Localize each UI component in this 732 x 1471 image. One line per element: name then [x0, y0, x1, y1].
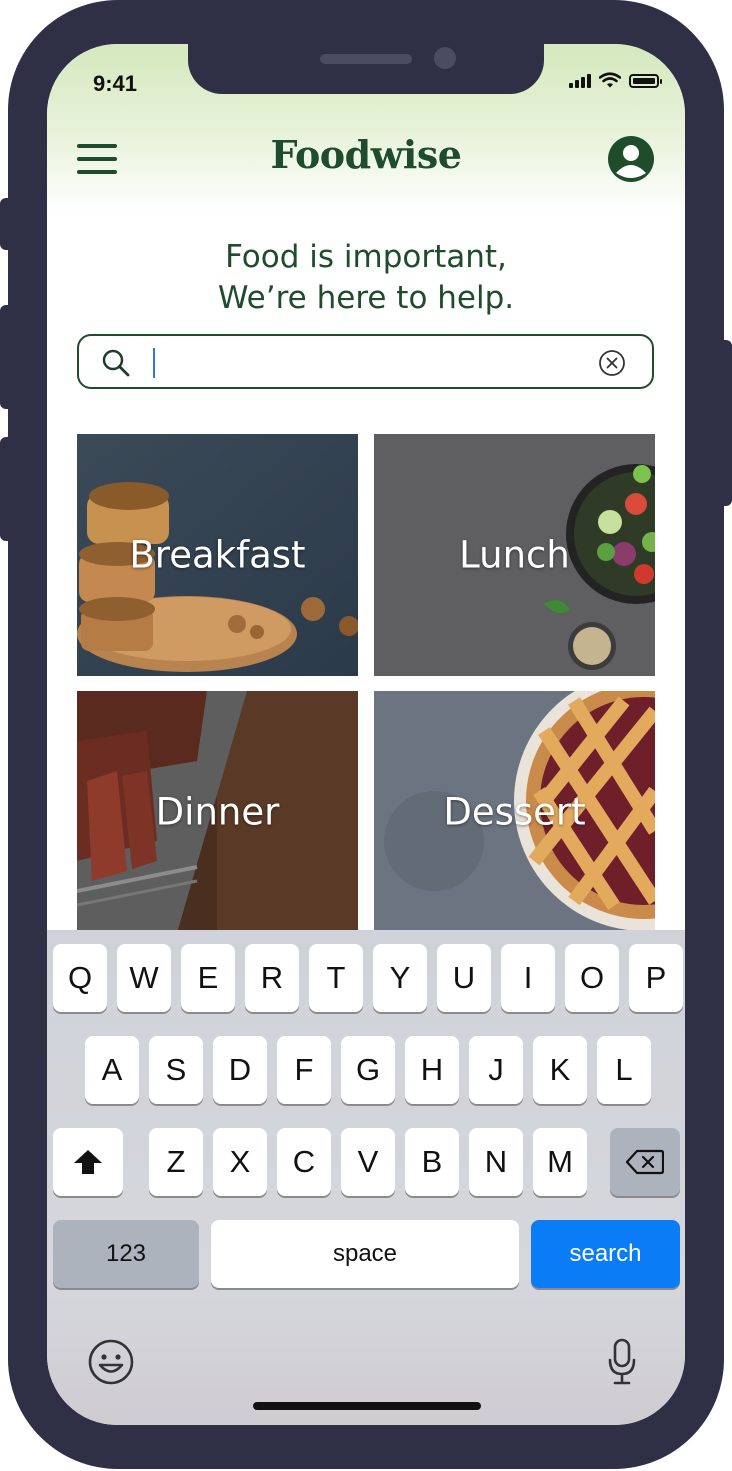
key-n[interactable]: N	[469, 1128, 523, 1196]
cellular-signal-icon	[569, 74, 591, 88]
key-d[interactable]: D	[213, 1036, 267, 1104]
search-icon	[102, 349, 130, 377]
notch	[188, 44, 544, 94]
microphone-icon[interactable]	[607, 1338, 637, 1386]
mute-switch	[0, 198, 14, 250]
onscreen-keyboard: QWERTYUIOP ASDFGHJKL ZXCVBNM 123 space s…	[47, 930, 685, 1425]
key-y[interactable]: Y	[373, 944, 427, 1012]
category-tile-breakfast[interactable]: Breakfast	[77, 434, 358, 676]
key-g[interactable]: G	[341, 1036, 395, 1104]
key-f[interactable]: F	[277, 1036, 331, 1104]
category-label-dessert: Dessert	[443, 790, 586, 834]
shift-key[interactable]	[53, 1128, 123, 1196]
volume-down-button	[0, 437, 14, 541]
key-p[interactable]: P	[629, 944, 683, 1012]
key-c[interactable]: C	[277, 1128, 331, 1196]
power-button	[718, 340, 732, 506]
app-title: Foodwise	[270, 132, 462, 177]
space-key[interactable]: space	[211, 1220, 519, 1288]
key-t[interactable]: T	[309, 944, 363, 1012]
backspace-key[interactable]	[610, 1128, 680, 1196]
key-a[interactable]: A	[85, 1036, 139, 1104]
key-l[interactable]: L	[597, 1036, 651, 1104]
volume-up-button	[0, 305, 14, 409]
key-i[interactable]: I	[501, 944, 555, 1012]
key-h[interactable]: H	[405, 1036, 459, 1104]
key-v[interactable]: V	[341, 1128, 395, 1196]
key-x[interactable]: X	[213, 1128, 267, 1196]
user-profile-icon[interactable]	[607, 135, 655, 183]
category-tile-dessert[interactable]: Dessert	[374, 691, 655, 933]
key-m[interactable]: M	[533, 1128, 587, 1196]
status-icons	[569, 72, 662, 88]
emoji-icon[interactable]	[87, 1338, 135, 1386]
search-input[interactable]	[149, 344, 593, 382]
tagline-line-2: We’re here to help.	[217, 280, 515, 316]
category-tile-dinner[interactable]: Dinner	[77, 691, 358, 933]
key-z[interactable]: Z	[149, 1128, 203, 1196]
key-u[interactable]: U	[437, 944, 491, 1012]
wifi-icon	[599, 72, 621, 88]
search-key[interactable]: search	[531, 1220, 680, 1288]
battery-icon	[629, 74, 662, 88]
clear-search-icon[interactable]	[598, 349, 626, 377]
category-tile-lunch[interactable]: Lunch	[374, 434, 655, 676]
tagline-line-1: Food is important,	[225, 239, 507, 275]
phone-screen: 9:41 Foodwise Food is important, We’re h…	[47, 44, 685, 1425]
key-r[interactable]: R	[245, 944, 299, 1012]
key-j[interactable]: J	[469, 1036, 523, 1104]
key-k[interactable]: K	[533, 1036, 587, 1104]
key-q[interactable]: Q	[53, 944, 107, 1012]
category-label-lunch: Lunch	[459, 533, 570, 577]
search-bar[interactable]	[77, 334, 654, 389]
shift-arrow-icon	[74, 1150, 102, 1174]
key-e[interactable]: E	[181, 944, 235, 1012]
key-b[interactable]: B	[405, 1128, 459, 1196]
key-o[interactable]: O	[565, 944, 619, 1012]
front-camera	[434, 47, 456, 69]
category-label-dinner: Dinner	[155, 790, 280, 834]
speaker-grill	[320, 54, 412, 64]
status-time: 9:41	[93, 71, 138, 96]
backspace-icon	[626, 1149, 664, 1175]
home-indicator[interactable]	[253, 1402, 481, 1410]
key-s[interactable]: S	[149, 1036, 203, 1104]
hero-tagline: Food is important, We’re here to help.	[47, 237, 685, 319]
key-w[interactable]: W	[117, 944, 171, 1012]
numbers-key[interactable]: 123	[53, 1220, 199, 1288]
category-label-breakfast: Breakfast	[129, 533, 306, 577]
text-caret	[153, 348, 155, 378]
